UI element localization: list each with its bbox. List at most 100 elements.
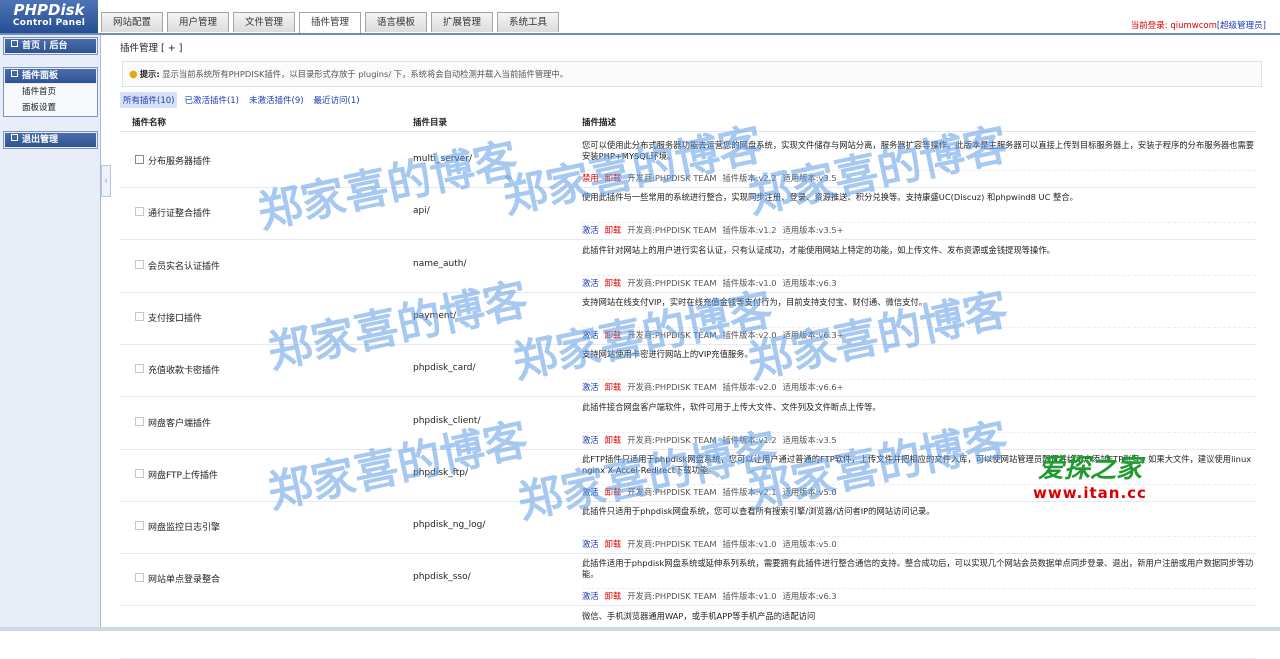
tab-site-config[interactable]: 网站配置 bbox=[101, 12, 163, 32]
tab-plugin-management[interactable]: 插件管理 bbox=[299, 12, 361, 33]
plugin-developer: 开发商:PHPDISK TEAM bbox=[627, 539, 717, 550]
sidebar-item-plugin-home[interactable]: 插件首页 bbox=[4, 84, 97, 100]
plugin-version: 插件版本:v2.2 bbox=[722, 173, 777, 183]
plugin-filter-tabs: 所有插件(10) 已激活插件(1) 未激活插件(9) 最近访问(1) bbox=[120, 92, 367, 108]
table-row: 会员实名认证插件 name_auth/此插件针对网站上的用户进行实名认证，只有认证… bbox=[120, 240, 1256, 293]
collapse-sidebar-icon[interactable]: ‹ bbox=[101, 165, 111, 197]
filter-all-plugins[interactable]: 所有插件(10) bbox=[120, 92, 178, 108]
plugin-dir: phpdisk_card/ bbox=[413, 363, 476, 374]
column-header-name: 插件名称 bbox=[132, 118, 167, 128]
plugin-checkbox[interactable] bbox=[135, 521, 144, 531]
plugin-description: 使用此插件与一些常用的系统进行整合，实现同步注册、登录、资源推送、积分兑换等。支… bbox=[582, 192, 1078, 203]
plugin-toggle-link[interactable]: 激活 bbox=[582, 225, 599, 235]
plugin-uninstall-link[interactable]: 卸载 bbox=[605, 487, 622, 497]
plugin-applies-version: 适用版本:v5.0 bbox=[782, 539, 837, 550]
plugin-uninstall-link[interactable]: 卸载 bbox=[605, 173, 622, 183]
plugin-name: 分布服务器插件 bbox=[148, 157, 212, 167]
plugin-uninstall-link[interactable]: 卸载 bbox=[605, 278, 622, 288]
plugin-uninstall-link[interactable]: 卸载 bbox=[605, 591, 622, 601]
plugin-description: 此插件接合网盘客户端软件，软件可用于上传大文件、文件列及文件断点上传等。 bbox=[582, 401, 881, 412]
plugin-toggle-link[interactable]: 激活 bbox=[582, 278, 599, 288]
plugin-toggle-link[interactable]: 禁用 bbox=[582, 173, 599, 183]
login-username[interactable]: qiumwcom bbox=[1170, 21, 1217, 31]
sidebar-plugin-panel-header[interactable]: 插件面板 bbox=[4, 68, 97, 84]
tip-box: ● 提示: 显示当前系统所有PHPDISK插件，以目录形式存放于 plugins/… bbox=[122, 61, 1262, 87]
plugin-developer: 开发商:PHPDISK TEAM bbox=[627, 434, 717, 445]
plugin-toggle-link[interactable]: 激活 bbox=[582, 382, 599, 392]
tab-system-tools[interactable]: 系统工具 bbox=[497, 12, 559, 32]
sidebar-item-panel-settings[interactable]: 面板设置 bbox=[4, 100, 97, 116]
logo-subtitle: Control Panel bbox=[12, 18, 86, 28]
plugin-checkbox[interactable] bbox=[135, 311, 144, 321]
phpdisk-logo[interactable]: PHPDisk Control Panel bbox=[0, 0, 98, 33]
plugin-meta: 激活 卸载 开发商:PHPDISK TEAM 插件版本:v2.0 适用版本:v6.3+ bbox=[582, 326, 1256, 341]
plugin-version: 插件版本:v1.0 bbox=[722, 591, 777, 602]
plugin-checkbox[interactable] bbox=[135, 259, 144, 269]
bottom-scrollbar[interactable] bbox=[0, 627, 1280, 631]
tab-extension-management[interactable]: 扩展管理 bbox=[431, 12, 493, 32]
plugin-checkbox[interactable] bbox=[135, 364, 144, 374]
logo-title: PHPDisk bbox=[13, 1, 85, 19]
square-bullet-icon bbox=[11, 134, 18, 141]
plugin-uninstall-link[interactable]: 卸载 bbox=[605, 225, 622, 235]
plugin-version: 插件版本:v1.2 bbox=[722, 225, 777, 236]
plugin-developer: 开发商:PHPDISK TEAM bbox=[627, 173, 717, 183]
plugin-dir: name_auth/ bbox=[413, 258, 467, 269]
page-title[interactable]: 插件管理 [ + ] bbox=[120, 40, 182, 54]
plugin-toggle-link[interactable]: 激活 bbox=[582, 330, 599, 340]
plugin-checkbox[interactable] bbox=[135, 573, 144, 583]
plugin-dir: phpdisk_sso/ bbox=[413, 572, 471, 583]
plugin-applies-version: 适用版本:v6.6+ bbox=[782, 382, 844, 393]
plugin-uninstall-link[interactable]: 卸载 bbox=[605, 382, 622, 392]
filter-activated-plugins[interactable]: 已激活插件(1) bbox=[181, 92, 242, 108]
plugin-developer: 开发商:PHPDISK TEAM bbox=[627, 382, 717, 393]
plugin-toggle-link[interactable]: 激活 bbox=[582, 487, 599, 497]
filter-recent-plugins[interactable]: 最近访问(1) bbox=[311, 92, 363, 108]
lightbulb-icon: ● bbox=[129, 69, 138, 80]
main-nav-tabs: 网站配置 用户管理 文件管理 插件管理 语言模板 扩展管理 系统工具 bbox=[101, 12, 563, 33]
plugin-dir: phpdisk_ftp/ bbox=[413, 467, 469, 478]
plugin-version: 插件版本:v1.0 bbox=[722, 277, 777, 288]
filter-inactive-plugins[interactable]: 未激活插件(9) bbox=[246, 92, 307, 108]
table-header: 插件名称 插件目录 插件描述 bbox=[120, 113, 1256, 132]
table-row: 网站单点登录整合 phpdisk_sso/此插件适用于phpdisk网盘系统或延伸… bbox=[120, 553, 1256, 607]
tab-language-template[interactable]: 语言模板 bbox=[365, 12, 427, 32]
plugin-applies-version: 适用版本:v5.0 bbox=[782, 486, 837, 497]
plugin-name: 网盘FTP上传插件 bbox=[148, 470, 218, 481]
plugin-description: 此插件针对网站上的用户进行实名认证，只有认证成功，才能使用网站上特定的功能，如上… bbox=[582, 244, 1055, 255]
login-info: 当前登录: qiumwcom[超级管理员] bbox=[1131, 19, 1266, 31]
sidebar-logout-link[interactable]: 退出管理 bbox=[4, 132, 97, 148]
plugin-description: 此插件适用于phpdisk网盘系统或延伸系列系统，需要拥有此插件进行整合通信的支… bbox=[582, 558, 1254, 580]
plugin-toggle-link[interactable]: 激活 bbox=[582, 591, 599, 601]
plugin-uninstall-link[interactable]: 卸载 bbox=[605, 539, 622, 549]
plugin-checkbox[interactable] bbox=[135, 207, 144, 217]
sidebar-home-link[interactable]: 首页 | 后台 bbox=[4, 38, 97, 54]
plugin-checkbox[interactable] bbox=[135, 468, 144, 478]
plugin-applies-version: 适用版本:v6.3 bbox=[782, 591, 837, 602]
plugin-checkbox[interactable] bbox=[135, 155, 144, 164]
square-bullet-icon bbox=[11, 40, 18, 47]
plugin-applies-version: 适用版本:v6.3 bbox=[782, 277, 837, 288]
plugin-version: 插件版本:v2.0 bbox=[722, 329, 777, 340]
plugin-toggle-link[interactable]: 激活 bbox=[582, 539, 599, 549]
plugin-description: 支持网站使用卡密进行网站上的VIP充值服务。 bbox=[582, 349, 753, 360]
plugin-meta: 激活 卸载 开发商:PHPDISK TEAM 插件版本:v1.2 适用版本:v3.5 bbox=[582, 431, 1256, 446]
login-role-link[interactable]: [超级管理员] bbox=[1217, 21, 1266, 31]
column-header-desc: 插件描述 bbox=[582, 118, 617, 128]
plugin-uninstall-link[interactable]: 卸载 bbox=[605, 435, 622, 445]
plugin-meta: 激活 卸载 开发商:PHPDISK TEAM 插件版本:v2.0 适用版本:v6.6+ bbox=[582, 379, 1256, 393]
table-row: 充值收款卡密插件 phpdisk_card/支持网站使用卡密进行网站上的VIP充值… bbox=[120, 344, 1256, 398]
plugin-name: 支付接口插件 bbox=[148, 313, 203, 324]
plugin-uninstall-link[interactable]: 卸载 bbox=[605, 330, 622, 340]
sidebar-box-home: 首页 | 后台 bbox=[3, 37, 98, 55]
tab-file-management[interactable]: 文件管理 bbox=[233, 12, 295, 32]
plugin-toggle-link[interactable]: 激活 bbox=[582, 435, 599, 445]
tab-user-management[interactable]: 用户管理 bbox=[167, 12, 229, 32]
table-row: 通行证整合插件 api/使用此插件与一些常用的系统进行整合，实现同步注册、登录、资… bbox=[120, 187, 1256, 241]
main-content: 插件管理 [ + ] ● 提示: 显示当前系统所有PHPDISK插件，以目录形式存… bbox=[111, 35, 1271, 659]
sidebar-box-plugins: 插件面板 插件首页 面板设置 bbox=[3, 67, 98, 117]
plugin-checkbox[interactable] bbox=[135, 416, 144, 426]
plugin-meta: 激活 卸载 开发商:PHPDISK TEAM 插件版本:v1.0 适用版本:v6.3 bbox=[582, 274, 1256, 289]
plugin-name: 通行证整合插件 bbox=[148, 209, 212, 220]
sidebar-home-label: 首页 | 后台 bbox=[22, 41, 68, 51]
